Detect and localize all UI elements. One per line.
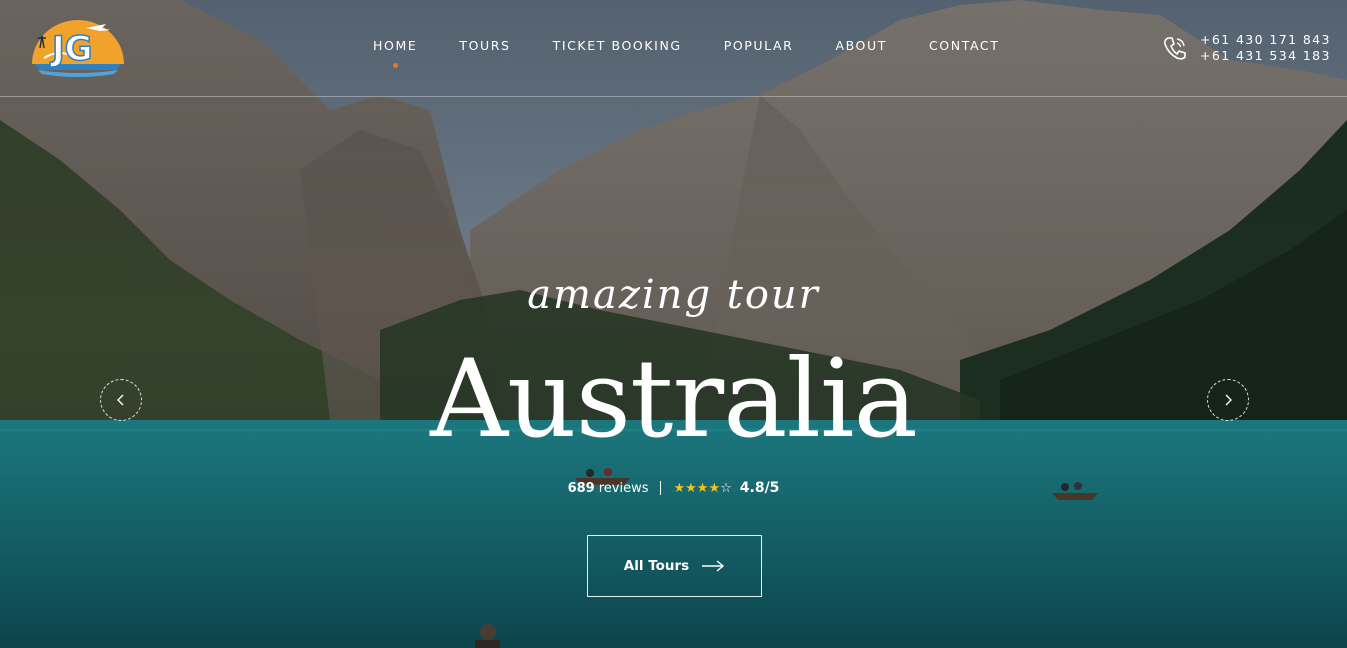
arrow-right-icon: [702, 560, 725, 572]
svg-text:JG: JG: [50, 29, 93, 69]
star-filled-icon: ★: [696, 480, 709, 496]
hero-subtitle: amazing tour: [527, 272, 820, 318]
nav-item-home[interactable]: HOME: [373, 38, 417, 68]
rating-score: 4.8/5: [739, 480, 780, 496]
nav-item-about[interactable]: ABOUT: [835, 38, 887, 58]
star-filled-icon: ★: [673, 480, 686, 496]
phone-icon: [1162, 34, 1188, 62]
rating-row: 689 reviews ★★★★☆ 4.8/5: [0, 480, 1347, 496]
main-nav: HOME TOURS TICKET BOOKING POPULAR ABOUT …: [352, 38, 1020, 68]
phone-number-2[interactable]: +61 431 534 183: [1200, 48, 1331, 64]
reviews-label: reviews: [598, 480, 649, 496]
brand-logo[interactable]: JG: [30, 18, 126, 80]
nav-item-tours[interactable]: TOURS: [459, 38, 510, 58]
divider: [660, 481, 662, 495]
phone-numbers: +61 430 171 843 +61 431 534 183: [1200, 32, 1331, 64]
nav-item-contact[interactable]: CONTACT: [929, 38, 999, 58]
reviews-count: 689: [567, 480, 595, 496]
nav-item-popular[interactable]: POPULAR: [724, 38, 794, 58]
phone-number-1[interactable]: +61 430 171 843: [1200, 32, 1331, 48]
star-filled-icon: ★: [685, 480, 697, 496]
nav-item-ticket-booking[interactable]: TICKET BOOKING: [553, 38, 682, 58]
all-tours-label: All Tours: [623, 558, 690, 574]
hero-title: Australia: [430, 337, 918, 462]
all-tours-button[interactable]: All Tours: [587, 535, 762, 597]
star-empty-icon: ☆: [720, 480, 732, 496]
site-header: JG HOME TOURS TICKET BOOKING POPULAR ABO…: [0, 0, 1347, 97]
star-filled-icon: ★: [708, 480, 721, 496]
star-rating: ★★★★☆: [673, 481, 731, 496]
